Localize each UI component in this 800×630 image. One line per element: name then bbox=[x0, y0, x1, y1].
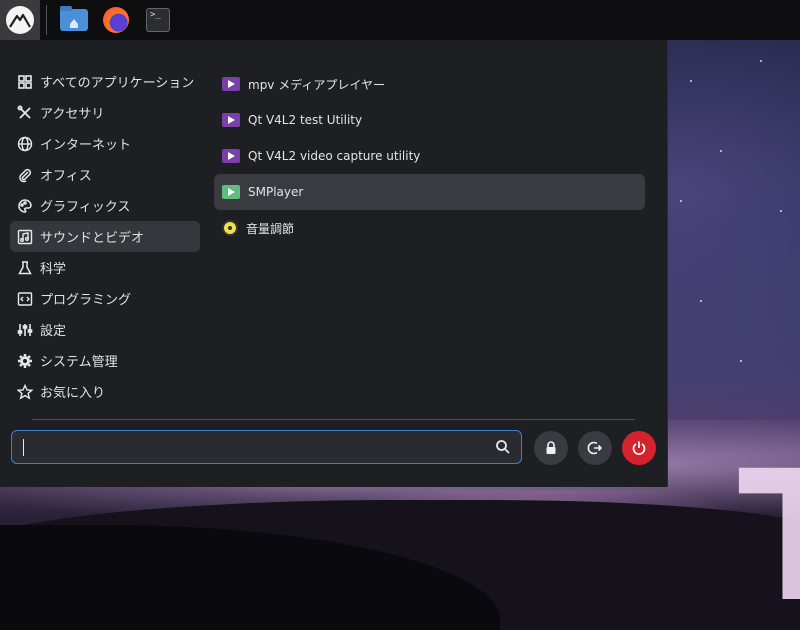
category-favorites[interactable]: お気に入り bbox=[10, 376, 200, 407]
power-button[interactable] bbox=[622, 431, 656, 465]
category-list: すべてのアプリケーション アクセサリ インターネット オフィス グラフィックス bbox=[10, 66, 200, 407]
category-label: 科学 bbox=[40, 262, 67, 277]
app-label: mpv メディアプレイヤー bbox=[248, 77, 386, 92]
logout-icon bbox=[587, 441, 603, 455]
category-label: 設定 bbox=[40, 324, 67, 339]
volume-icon bbox=[222, 220, 238, 236]
power-icon bbox=[632, 441, 646, 455]
search-icon bbox=[496, 440, 510, 454]
logout-button[interactable] bbox=[578, 431, 612, 465]
category-label: お気に入り bbox=[40, 386, 106, 401]
sliders-icon bbox=[16, 321, 34, 339]
menu-divider bbox=[32, 419, 635, 420]
category-label: グラフィックス bbox=[40, 200, 131, 215]
home-folder-icon bbox=[60, 6, 88, 31]
category-office[interactable]: オフィス bbox=[10, 159, 200, 190]
media-icon bbox=[16, 228, 34, 246]
category-accessories[interactable]: アクセサリ bbox=[10, 97, 200, 128]
category-settings[interactable]: 設定 bbox=[10, 314, 200, 345]
category-sound-and-video[interactable]: サウンドとビデオ bbox=[10, 221, 200, 252]
menu-launcher-button[interactable] bbox=[0, 0, 40, 40]
app-mpv[interactable]: mpv メディアプレイヤー bbox=[214, 66, 645, 102]
panel-separator bbox=[46, 5, 47, 35]
grid-icon bbox=[16, 73, 34, 91]
category-label: オフィス bbox=[40, 169, 92, 184]
star-icon bbox=[16, 383, 34, 401]
app-qv4l2-capture[interactable]: Qt V4L2 video capture utility bbox=[214, 138, 645, 174]
app-smplayer[interactable]: SMPlayer bbox=[214, 174, 645, 210]
wallpaper-letter: T bbox=[738, 433, 800, 630]
terminal-launcher[interactable]: >_ bbox=[143, 5, 173, 35]
search-input[interactable] bbox=[20, 435, 484, 461]
category-system-administration[interactable]: システム管理 bbox=[10, 345, 200, 376]
text-cursor bbox=[23, 439, 24, 456]
category-graphics[interactable]: グラフィックス bbox=[10, 190, 200, 221]
lock-icon bbox=[546, 441, 556, 454]
code-icon bbox=[16, 290, 34, 308]
lock-button[interactable] bbox=[534, 431, 568, 465]
app-qv4l2-test[interactable]: Qt V4L2 test Utility bbox=[214, 102, 645, 138]
top-panel: >_ bbox=[0, 0, 800, 40]
category-label: サウンドとビデオ bbox=[40, 231, 145, 246]
category-label: すべてのアプリケーション bbox=[40, 76, 195, 91]
globe-icon bbox=[16, 135, 34, 153]
app-label: Qt V4L2 test Utility bbox=[248, 113, 363, 127]
firefox-launcher[interactable] bbox=[101, 5, 131, 35]
paperclip-icon bbox=[16, 166, 34, 184]
application-list: mpv メディアプレイヤー Qt V4L2 test Utility Qt V4… bbox=[214, 66, 645, 246]
category-label: プログラミング bbox=[40, 293, 132, 308]
terminal-icon: >_ bbox=[146, 8, 170, 32]
app-label: SMPlayer bbox=[248, 185, 304, 199]
home-folder-launcher[interactable] bbox=[59, 5, 89, 35]
tools-icon bbox=[16, 104, 34, 122]
play-icon bbox=[222, 113, 240, 127]
play-icon bbox=[222, 77, 240, 91]
play-icon bbox=[222, 149, 240, 163]
app-label: 音量調節 bbox=[246, 221, 295, 236]
category-internet[interactable]: インターネット bbox=[10, 128, 200, 159]
palette-icon bbox=[16, 197, 34, 215]
firefox-icon bbox=[103, 7, 129, 33]
application-menu: すべてのアプリケーション アクセサリ インターネット オフィス グラフィックス bbox=[0, 40, 668, 487]
category-all-applications[interactable]: すべてのアプリケーション bbox=[10, 66, 200, 97]
app-volume-control[interactable]: 音量調節 bbox=[214, 210, 645, 246]
category-label: システム管理 bbox=[40, 355, 118, 370]
category-label: インターネット bbox=[40, 138, 132, 153]
cinnamon-mountain-icon bbox=[6, 6, 34, 34]
app-label: Qt V4L2 video capture utility bbox=[248, 149, 421, 163]
category-programming[interactable]: プログラミング bbox=[10, 283, 200, 314]
category-science[interactable]: 科学 bbox=[10, 252, 200, 283]
gear-icon bbox=[16, 352, 34, 370]
category-label: アクセサリ bbox=[40, 107, 105, 122]
flask-icon bbox=[16, 259, 34, 277]
play-icon bbox=[222, 185, 240, 199]
search-box[interactable] bbox=[11, 430, 522, 464]
